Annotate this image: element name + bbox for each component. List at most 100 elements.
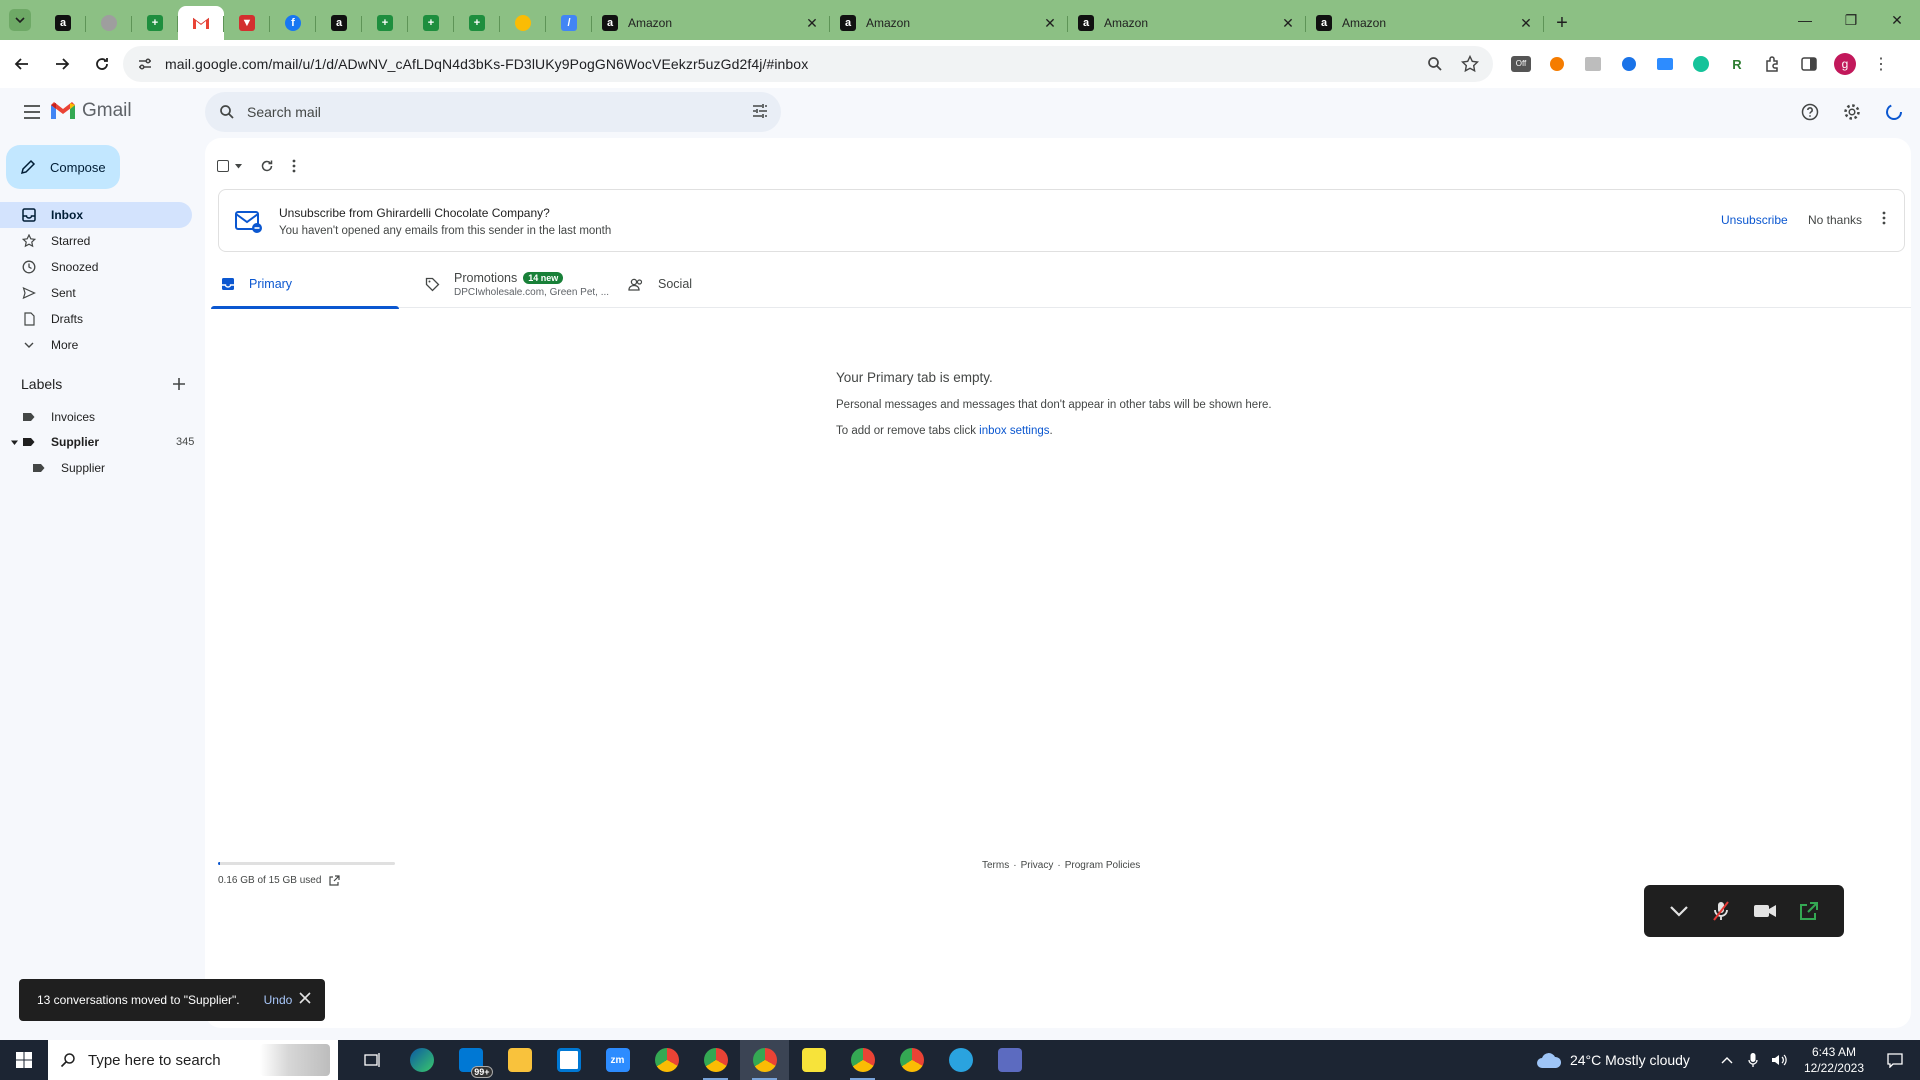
- extension-blue-gear-icon[interactable]: [1618, 53, 1640, 75]
- search-input[interactable]: Search mail: [247, 104, 321, 120]
- close-icon[interactable]: ✕: [1280, 15, 1296, 31]
- volume-tray-button[interactable]: [1768, 1053, 1790, 1067]
- sidebar-item-sent[interactable]: Sent: [0, 280, 192, 306]
- tab-social[interactable]: Social: [628, 260, 692, 308]
- taskbar-store[interactable]: [544, 1040, 593, 1080]
- taskbar-mail[interactable]: 99+: [446, 1040, 495, 1080]
- site-settings-icon[interactable]: [137, 56, 153, 72]
- taskbar-search-box[interactable]: Type here to search: [48, 1040, 338, 1080]
- open-external-icon[interactable]: [329, 875, 341, 886]
- pinned-tab-red[interactable]: ▼: [224, 6, 270, 40]
- caret-down-icon[interactable]: [11, 439, 18, 446]
- pinned-tab-amazon-2[interactable]: a: [316, 6, 362, 40]
- taskbar-zoom[interactable]: zm: [593, 1040, 642, 1080]
- extension-green-r-icon[interactable]: R: [1726, 53, 1748, 75]
- pinned-tab-grey[interactable]: [86, 6, 132, 40]
- select-all-checkbox[interactable]: [217, 160, 242, 172]
- close-icon[interactable]: ✕: [1042, 15, 1058, 31]
- taskbar-chrome-2[interactable]: [691, 1040, 740, 1080]
- undo-button[interactable]: Undo: [264, 993, 293, 1007]
- taskbar-calculator[interactable]: [985, 1040, 1034, 1080]
- browser-tab[interactable]: a Amazon ✕: [830, 6, 1068, 40]
- sidebar-item-drafts[interactable]: Drafts: [0, 306, 192, 332]
- back-button[interactable]: [4, 46, 40, 82]
- taskbar-edge[interactable]: [397, 1040, 446, 1080]
- sidebar-item-snoozed[interactable]: Snoozed: [0, 254, 192, 280]
- close-window-button[interactable]: ✕: [1874, 0, 1920, 40]
- bookmark-star-icon[interactable]: [1461, 55, 1479, 73]
- label-item-invoices[interactable]: Invoices: [22, 410, 95, 424]
- browser-tab[interactable]: a Amazon ✕: [1306, 6, 1544, 40]
- pinned-tab-sheets-4[interactable]: +: [454, 6, 500, 40]
- new-tab-button[interactable]: +: [1544, 6, 1580, 40]
- support-button[interactable]: [1794, 96, 1826, 128]
- more-actions-button[interactable]: [292, 159, 296, 173]
- gemini-button[interactable]: [1878, 96, 1910, 128]
- address-bar[interactable]: mail.google.com/mail/u/1/d/ADwNV_cAfLDqN…: [123, 46, 1493, 82]
- pinned-tab-sheets-2[interactable]: +: [362, 6, 408, 40]
- restore-button[interactable]: ❐: [1828, 0, 1874, 40]
- notifications-button[interactable]: [1884, 1052, 1906, 1068]
- browser-tab[interactable]: a Amazon ✕: [592, 6, 830, 40]
- pinned-tab-feather[interactable]: /: [546, 6, 592, 40]
- label-item-supplier-sub[interactable]: Supplier: [32, 461, 105, 475]
- close-icon[interactable]: ✕: [1518, 15, 1534, 31]
- taskbar-telegram[interactable]: [936, 1040, 985, 1080]
- taskbar-sticky-notes[interactable]: [789, 1040, 838, 1080]
- extensions-puzzle-icon[interactable]: [1762, 53, 1784, 75]
- create-label-button[interactable]: [172, 377, 186, 391]
- gmail-logo[interactable]: Gmail: [50, 100, 132, 122]
- inbox-settings-link[interactable]: inbox settings: [979, 425, 1049, 437]
- close-icon[interactable]: ✕: [804, 15, 820, 31]
- extension-off-icon[interactable]: Off: [1510, 53, 1532, 75]
- zoom-icon[interactable]: [1427, 56, 1443, 72]
- taskbar-chrome-1[interactable]: [642, 1040, 691, 1080]
- show-hidden-icons-button[interactable]: [1716, 1056, 1738, 1064]
- start-button[interactable]: [0, 1040, 48, 1080]
- collapse-button[interactable]: [1669, 905, 1689, 917]
- taskbar-file-explorer[interactable]: [495, 1040, 544, 1080]
- settings-button[interactable]: [1836, 96, 1868, 128]
- task-view-button[interactable]: [348, 1040, 397, 1080]
- pinned-tab-sheets-3[interactable]: +: [408, 6, 454, 40]
- extension-grammarly-icon[interactable]: [1690, 53, 1712, 75]
- no-thanks-button[interactable]: No thanks: [1808, 213, 1862, 227]
- search-options-icon[interactable]: [751, 102, 769, 120]
- camera-button[interactable]: [1753, 903, 1777, 919]
- pinned-tab-colorful[interactable]: [500, 6, 546, 40]
- pinned-tab-gmail[interactable]: [178, 6, 224, 40]
- sidebar-item-inbox[interactable]: Inbox: [0, 202, 192, 228]
- reload-button[interactable]: [84, 46, 120, 82]
- extension-puzzle-grey-icon[interactable]: [1582, 53, 1604, 75]
- close-icon[interactable]: [299, 992, 311, 1004]
- extension-orange-icon[interactable]: [1546, 53, 1568, 75]
- minimize-button[interactable]: —: [1782, 0, 1828, 40]
- privacy-link[interactable]: Privacy: [1021, 860, 1054, 871]
- popout-button[interactable]: [1799, 901, 1819, 921]
- search-icon[interactable]: [219, 104, 235, 120]
- taskbar-chrome-5[interactable]: [887, 1040, 936, 1080]
- extension-zoom-icon[interactable]: [1654, 53, 1676, 75]
- taskbar-chrome-3[interactable]: [740, 1040, 789, 1080]
- weather-widget[interactable]: 24°C Mostly cloudy: [1536, 1051, 1690, 1069]
- mute-button[interactable]: [1711, 900, 1731, 922]
- sidebar-item-starred[interactable]: Starred: [0, 228, 192, 254]
- kebab-menu-icon[interactable]: ⋮: [1870, 53, 1892, 75]
- compose-button[interactable]: Compose: [6, 145, 120, 189]
- tab-primary[interactable]: Primary: [211, 260, 399, 309]
- side-panel-icon[interactable]: [1798, 53, 1820, 75]
- microphone-tray-button[interactable]: [1742, 1052, 1764, 1068]
- taskbar-chrome-4[interactable]: [838, 1040, 887, 1080]
- tab-promotions[interactable]: Promotions 14 new DPCIwholesale.com, Gre…: [425, 260, 609, 308]
- pinned-tab-amazon[interactable]: a: [40, 6, 86, 40]
- taskbar-clock[interactable]: 6:43 AM 12/22/2023: [1804, 1044, 1864, 1076]
- pinned-tab-sheets[interactable]: +: [132, 6, 178, 40]
- refresh-button[interactable]: [260, 159, 274, 173]
- pinned-tab-facebook[interactable]: f: [270, 6, 316, 40]
- label-item-supplier[interactable]: Supplier 345: [11, 435, 194, 449]
- forward-button[interactable]: [44, 46, 80, 82]
- main-menu-button[interactable]: [16, 96, 48, 128]
- terms-link[interactable]: Terms: [982, 860, 1009, 871]
- banner-more-button[interactable]: [1882, 211, 1886, 225]
- profile-avatar[interactable]: g: [1834, 53, 1856, 75]
